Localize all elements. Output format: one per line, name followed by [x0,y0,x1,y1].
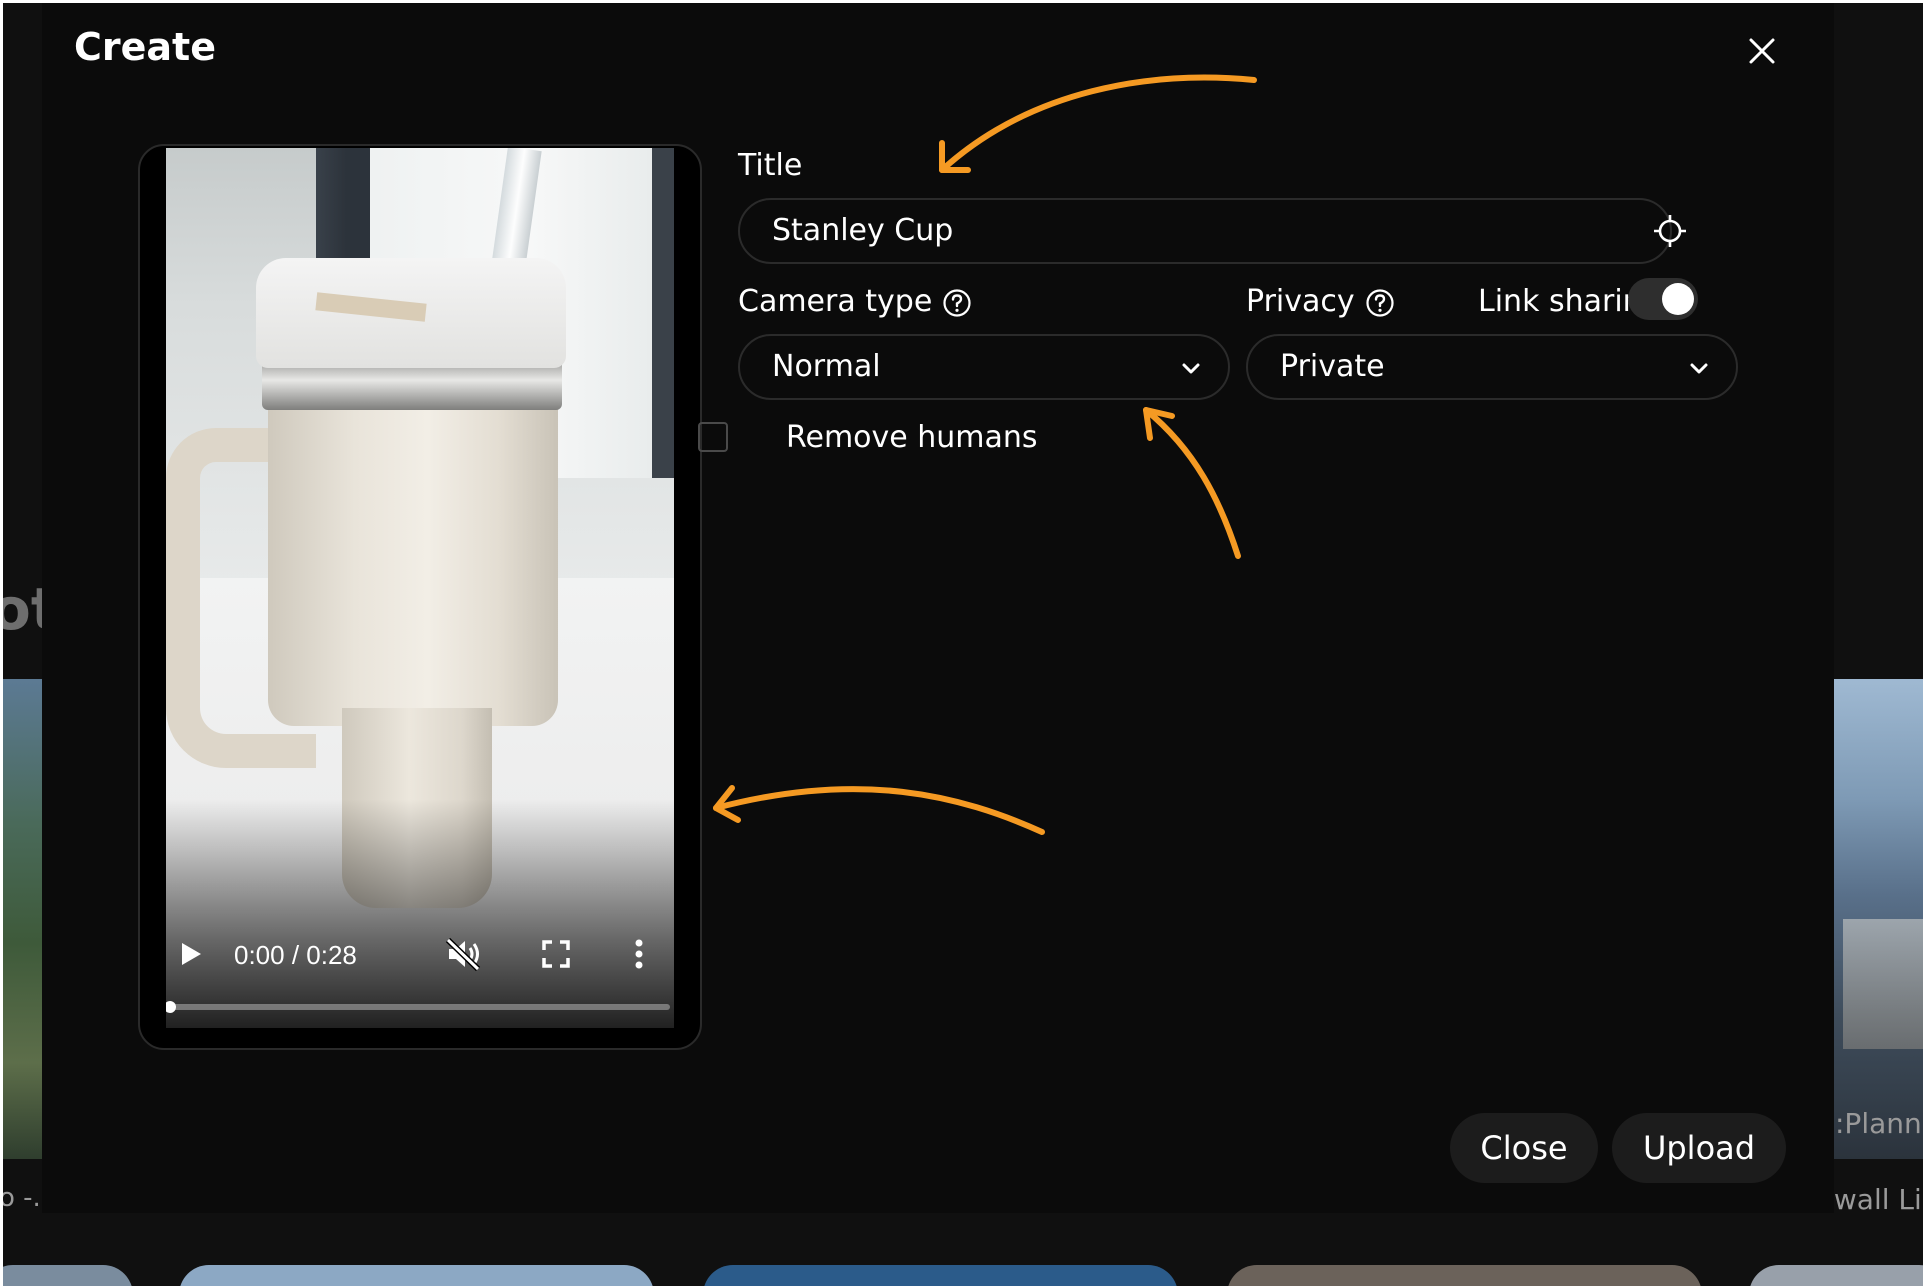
privacy-value: Private [1280,349,1385,384]
background-thumbnail-right [1833,679,1923,1159]
remove-humans-checkbox[interactable] [698,422,728,452]
chevron-down-icon [1686,356,1712,382]
background-thumbnail-left [3,679,43,1159]
close-icon[interactable] [1744,33,1780,69]
privacy-select[interactable]: Private [1246,334,1738,400]
privacy-label: Privacy [1246,284,1395,319]
video-player[interactable]: 0:00 / 0:28 [166,148,674,1028]
help-icon[interactable] [1365,288,1395,318]
volume-muted-icon[interactable] [444,936,482,972]
remove-humans-label: Remove humans [786,420,1038,455]
background-thumbnail-strip [703,1265,1178,1286]
title-label: Title [738,148,803,183]
video-progress-bar[interactable] [166,1001,670,1013]
title-input-value: Stanley Cup [772,213,954,248]
background-caption-right-1: :Planne [1835,1107,1923,1140]
background-caption-right-2: .wall Li [1825,1183,1922,1216]
camera-type-label-text: Camera type [738,284,933,319]
camera-type-value: Normal [772,349,881,384]
crosshair-icon[interactable] [1652,213,1688,249]
play-icon[interactable] [178,940,204,968]
video-time: 0:00 / 0:28 [234,940,357,970]
close-button[interactable]: Close [1450,1113,1598,1183]
dialog-title: Create [74,25,216,69]
chevron-down-icon [1178,356,1204,382]
more-vertical-icon[interactable] [632,936,646,972]
privacy-label-text: Privacy [1246,284,1355,319]
toggle-knob [1662,283,1694,315]
link-sharing-toggle[interactable] [1628,278,1698,320]
fullscreen-icon[interactable] [540,938,572,970]
title-input[interactable]: Stanley Cup [738,198,1672,264]
background-thumbnail-strip [3,1265,133,1286]
create-dialog: Create 0:00 / 0:28 [42,3,1834,1213]
background-thumbnail-strip [179,1265,654,1286]
help-icon[interactable] [942,288,972,318]
background-thumbnail-strip [1749,1265,1923,1286]
camera-type-label: Camera type [738,284,972,319]
background-thumbnail-strip [1227,1265,1702,1286]
camera-type-select[interactable]: Normal [738,334,1230,400]
upload-button[interactable]: Upload [1612,1113,1786,1183]
video-preview-card: 0:00 / 0:28 [138,144,702,1050]
video-controls-gradient [166,148,674,1028]
